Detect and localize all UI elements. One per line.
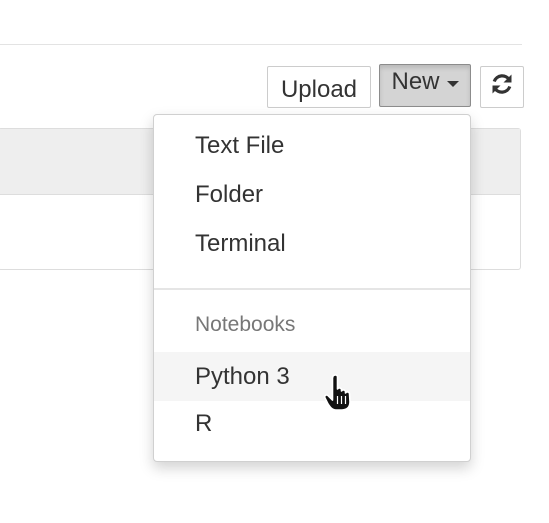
jupyter-file-browser: Upload New Text File Folder Terminal Not…: [0, 0, 549, 523]
hand-pointer-icon: [324, 374, 351, 411]
menu-item-label: R: [195, 410, 213, 437]
menu-item-label: Text File: [195, 132, 285, 159]
refresh-icon: [492, 74, 512, 94]
new-dropdown-menu: Text File Folder Terminal Notebooks Pyth…: [153, 114, 471, 462]
menu-divider: [154, 288, 470, 290]
menu-item-text-file[interactable]: Text File: [154, 123, 470, 169]
refresh-button[interactable]: [480, 66, 524, 108]
upload-button-label: Upload: [280, 76, 358, 103]
toolbar: Upload New: [0, 0, 549, 110]
upload-button[interactable]: Upload: [267, 66, 371, 108]
menu-item-label: Folder: [195, 181, 264, 208]
menu-item-label: Terminal: [195, 230, 286, 257]
menu-item-python-3[interactable]: Python 3: [154, 352, 470, 401]
menu-item-r[interactable]: R: [154, 401, 470, 447]
menu-item-terminal[interactable]: Terminal: [154, 221, 470, 267]
notebooks-section-header: Notebooks: [195, 313, 296, 336]
new-dropdown-button[interactable]: New: [379, 64, 471, 107]
menu-item-folder[interactable]: Folder: [154, 172, 470, 218]
caret-down-icon: [446, 80, 459, 87]
new-button-label: New: [391, 67, 440, 95]
menu-item-label: Python 3: [195, 362, 290, 390]
